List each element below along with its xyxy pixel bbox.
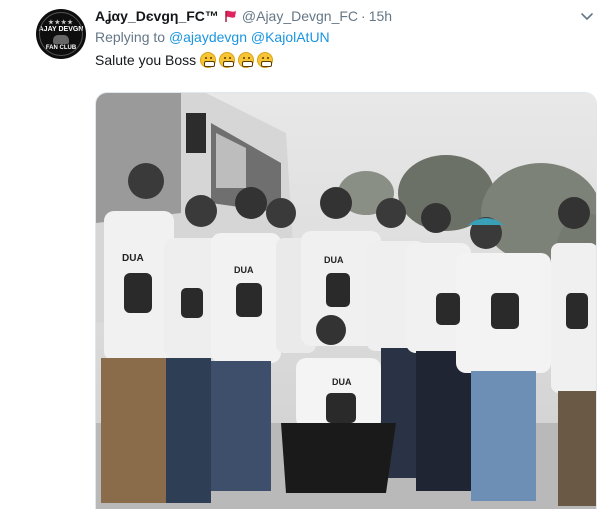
grimacing-face-icon <box>257 52 274 68</box>
tshirt-text: DUA <box>324 255 344 265</box>
display-name[interactable]: Aʝαу_Dєvgη_FC™ <box>95 8 219 24</box>
tweet-header: Aʝαу_Dєvgη_FC™ @Ajay_Devgn_FC · 15h <box>95 6 392 26</box>
red-flag-icon <box>225 10 236 22</box>
reply-mention-ajaydevgn[interactable]: @ajaydevgn <box>169 29 247 45</box>
tshirt-text: DUA <box>122 253 144 264</box>
emoji-row <box>200 52 276 68</box>
tweet-text-body: Salute you Boss <box>95 52 197 68</box>
avatar[interactable]: ★★★★ AJAY DEVGN FAN CLUB <box>36 9 86 59</box>
replying-to-label: Replying to <box>95 29 166 45</box>
tshirt-text: DUA <box>234 265 254 275</box>
grimacing-face-icon <box>200 52 217 68</box>
separator-dot: · <box>361 8 366 24</box>
user-handle[interactable]: @Ajay_Devgn_FC <box>242 8 358 24</box>
group-photo: DUA DUA DUA DUA <box>96 93 596 509</box>
tweet-photo[interactable]: DUA DUA DUA DUA <box>95 92 597 509</box>
replying-to: Replying to @ajaydevgn @KajolAtUN <box>95 29 330 45</box>
grimacing-face-icon <box>238 52 255 68</box>
tshirt-text: DUA <box>332 377 352 387</box>
reply-mention-kajol[interactable]: @KajolAtUN <box>251 29 330 45</box>
tweet-text: Salute you Boss <box>95 52 276 68</box>
avatar-ring <box>39 12 83 56</box>
chevron-down-icon[interactable] <box>580 10 594 24</box>
timestamp[interactable]: 15h <box>369 8 392 24</box>
grimacing-face-icon <box>219 52 236 68</box>
